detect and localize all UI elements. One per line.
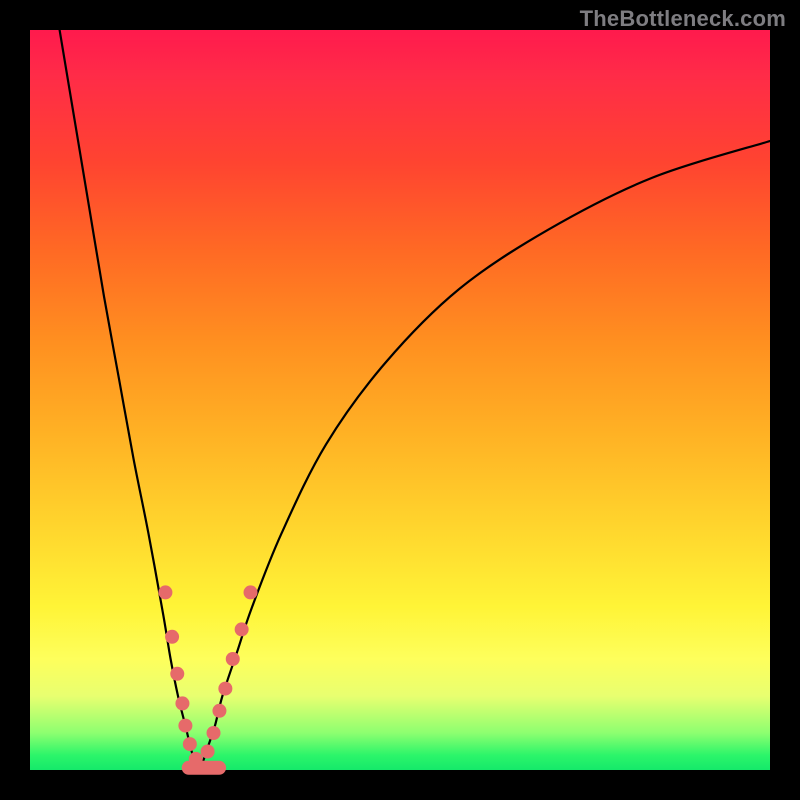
marker-group (158, 585, 257, 766)
curve-layer (30, 30, 770, 770)
data-marker (158, 585, 172, 599)
data-marker (170, 667, 184, 681)
data-marker (175, 696, 189, 710)
data-marker (207, 726, 221, 740)
data-marker (244, 585, 258, 599)
right-branch-curve (200, 141, 770, 770)
chart-frame: TheBottleneck.com (0, 0, 800, 800)
watermark-text: TheBottleneck.com (580, 6, 786, 32)
plot-area (30, 30, 770, 770)
left-branch-curve (60, 30, 201, 770)
data-marker (218, 682, 232, 696)
data-marker (165, 630, 179, 644)
data-marker (226, 652, 240, 666)
bottom-capsule-marker (182, 761, 226, 775)
data-marker (178, 719, 192, 733)
data-marker (235, 622, 249, 636)
data-marker (183, 737, 197, 751)
data-marker (201, 745, 215, 759)
data-marker (212, 704, 226, 718)
